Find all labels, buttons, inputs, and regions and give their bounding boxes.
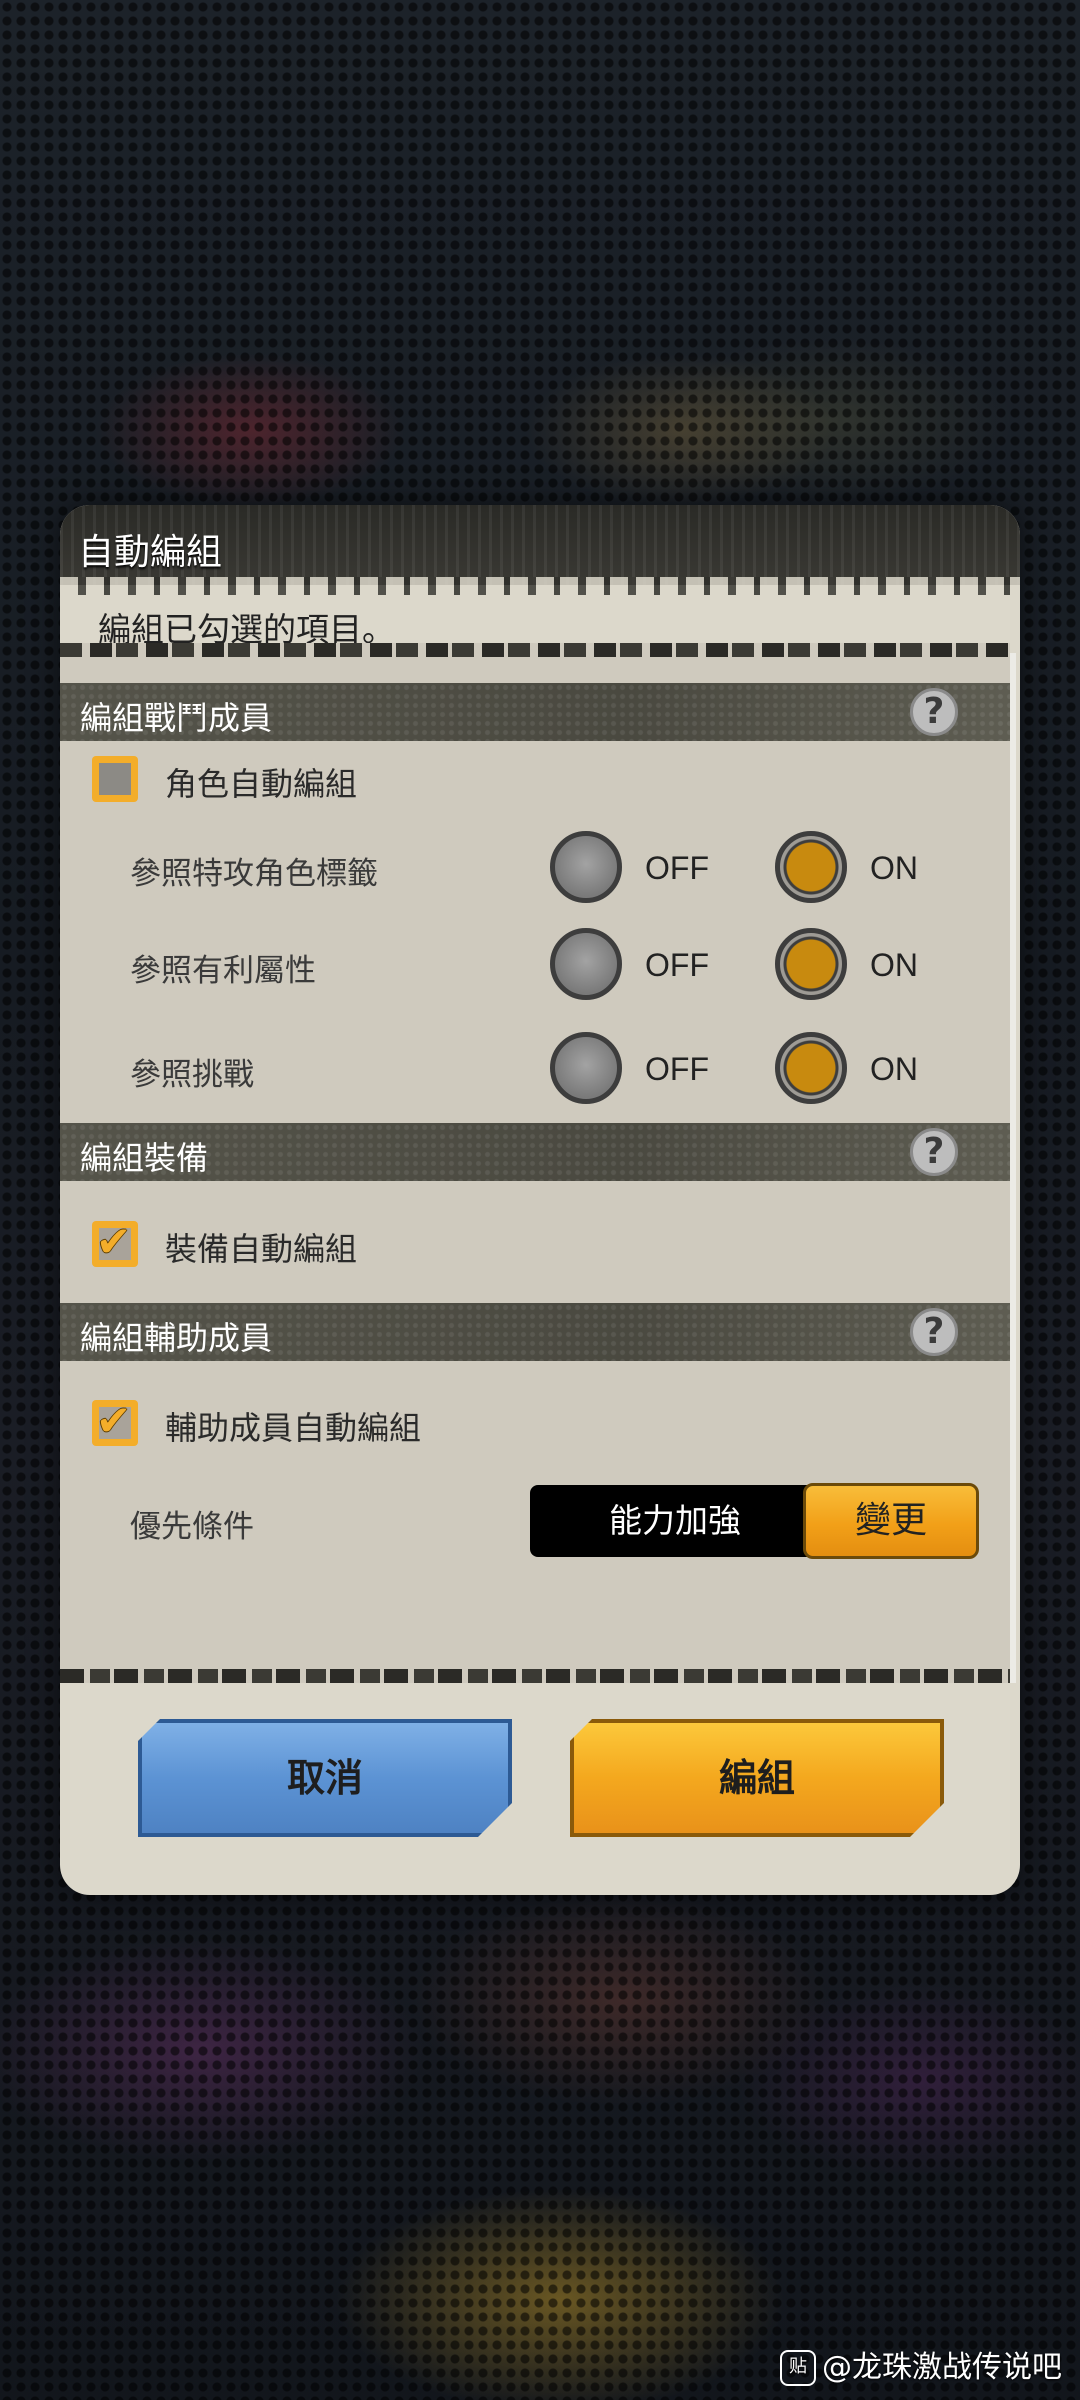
favorable-attribute-off-radio[interactable] [550, 928, 622, 1000]
checkmark-icon: ✔ [96, 1396, 132, 1445]
checkmark-icon: ✔ [96, 1217, 132, 1266]
checkbox-box [99, 763, 131, 795]
support-auto-formation-checkbox[interactable]: ✔ [92, 1396, 138, 1446]
challenge-on-radio[interactable] [775, 1032, 847, 1104]
on-label: ON [870, 850, 918, 886]
off-label: OFF [645, 850, 709, 886]
option-label-challenge: 參照挑戰 [130, 1057, 254, 1093]
formation-confirm-button[interactable]: 編組 [570, 1719, 944, 1837]
equipment-auto-formation-label: 裝備自動編組 [165, 1230, 358, 1268]
help-icon[interactable]: ? [910, 688, 958, 736]
section-label: 編組戰鬥成員 [80, 699, 273, 737]
auto-formation-dialog: 自動編組 編組已勾選的項目。 編組戰鬥成員 ? 角色自動編組 參照特攻角色標籤 … [60, 505, 1020, 1895]
equipment-auto-formation-checkbox[interactable]: ✔ [92, 1217, 138, 1267]
dialog-content: 編組戰鬥成員 ? 角色自動編組 參照特攻角色標籤 OFF ON 參照有利屬性 O… [60, 643, 1016, 1683]
option-label-special-tag: 參照特攻角色標籤 [130, 856, 378, 892]
section-label: 編組輔助成員 [80, 1319, 273, 1357]
favorable-attribute-on-radio[interactable] [775, 928, 847, 1000]
change-priority-button[interactable]: 變更 [803, 1483, 979, 1559]
special-tag-off-radio[interactable] [550, 831, 622, 903]
dialog-header: 自動編組 [60, 505, 1020, 595]
cancel-button[interactable]: 取消 [138, 1719, 512, 1837]
off-label: OFF [645, 947, 709, 983]
watermark-text: @龙珠激战传说吧 [822, 2349, 1062, 2385]
special-tag-on-radio[interactable] [775, 831, 847, 903]
watermark: 贴 @龙珠激战传说吧 [780, 2342, 1062, 2386]
help-icon[interactable]: ? [910, 1128, 958, 1176]
section-label: 編組裝備 [80, 1139, 209, 1177]
section-header-support-members: 編組輔助成員 ? [60, 1303, 1010, 1361]
on-label: ON [870, 1051, 918, 1087]
option-label-favorable-attribute: 參照有利屬性 [130, 953, 316, 989]
section-header-equipment: 編組裝備 ? [60, 1123, 1010, 1181]
challenge-off-radio[interactable] [550, 1032, 622, 1104]
priority-condition-label: 優先條件 [130, 1509, 254, 1545]
character-auto-formation-label: 角色自動編組 [165, 765, 358, 803]
dialog-title: 自動編組 [78, 532, 223, 573]
section-header-battle-members: 編組戰鬥成員 ? [60, 683, 1010, 741]
tieba-logo-icon: 贴 [780, 2350, 816, 2386]
on-label: ON [870, 947, 918, 983]
priority-condition-value: 能力加強 [530, 1485, 820, 1557]
character-auto-formation-checkbox[interactable] [92, 756, 138, 802]
off-label: OFF [645, 1051, 709, 1087]
support-auto-formation-label: 輔助成員自動編組 [165, 1409, 422, 1447]
help-icon[interactable]: ? [910, 1308, 958, 1356]
